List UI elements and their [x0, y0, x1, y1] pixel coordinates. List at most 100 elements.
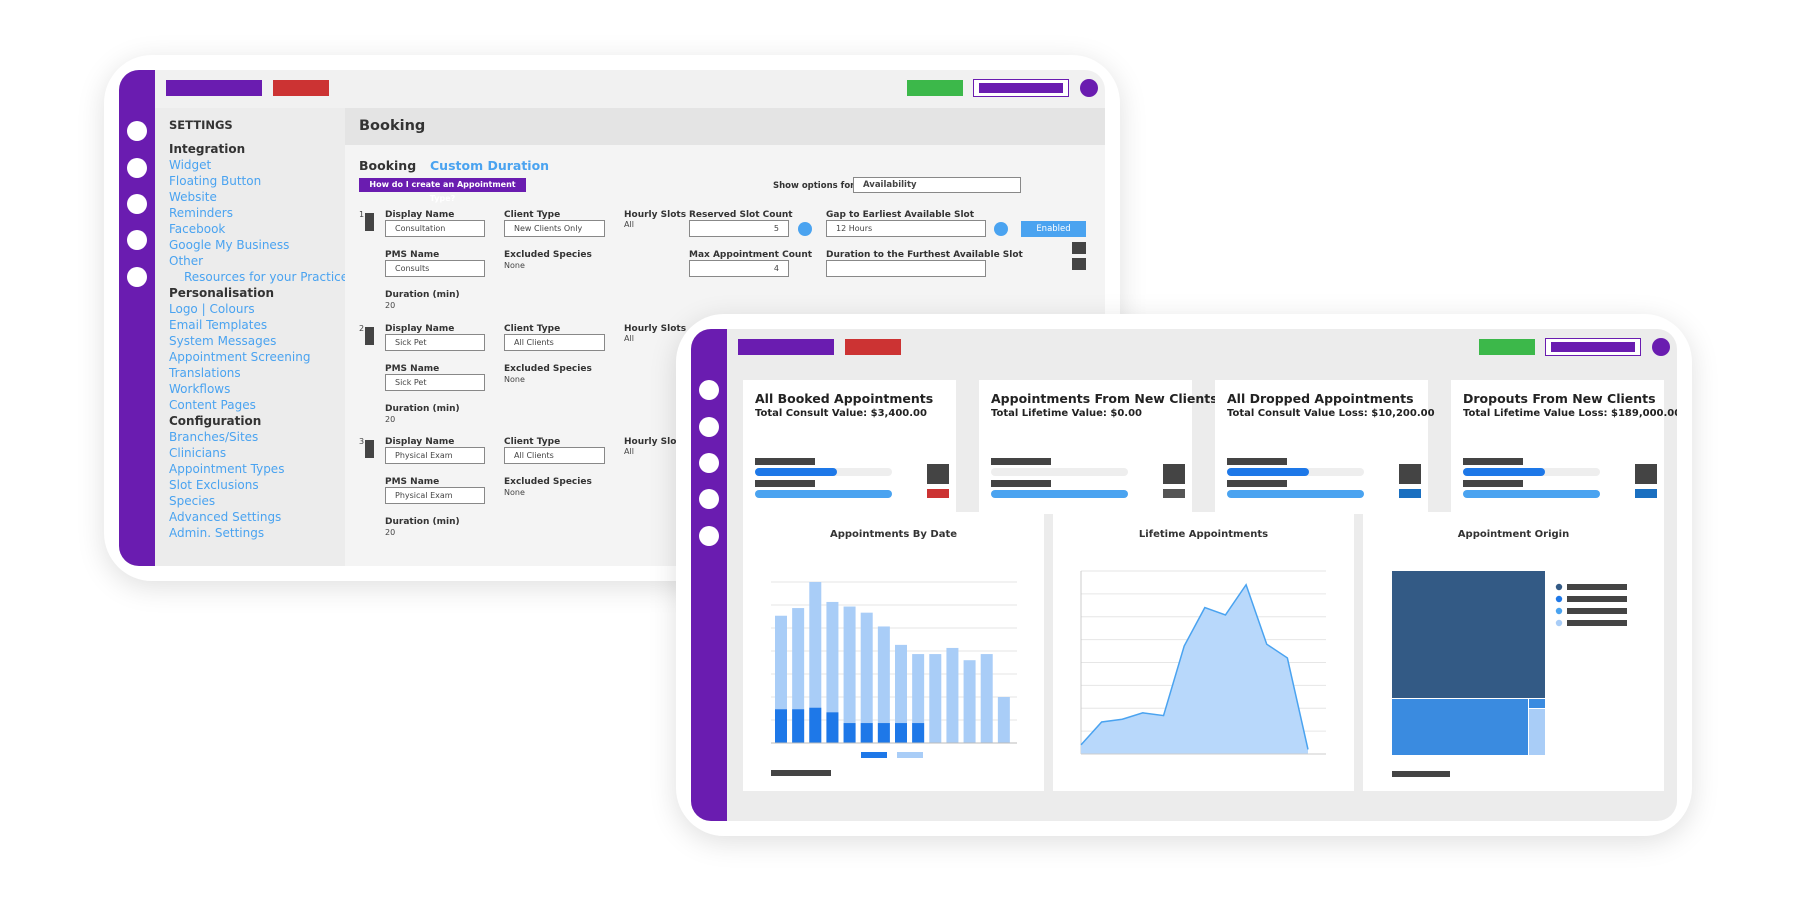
legend-label-placeholder [1567, 596, 1627, 602]
sidebar-item[interactable]: Reminders [169, 206, 233, 220]
bar-series-2 [997, 697, 1010, 743]
display-name-input[interactable]: Sick Pet [385, 334, 485, 351]
kpi-card[interactable]: All Dropped Appointments Total Consult Va… [1215, 380, 1435, 514]
red-header-block[interactable] [845, 339, 901, 355]
sidebar-section-heading: Configuration [169, 414, 262, 428]
booking-header-bar [345, 108, 1105, 145]
green-header-button[interactable] [1479, 339, 1535, 355]
legend-swatch-series-2 [897, 752, 923, 758]
legend-label-placeholder [1567, 584, 1627, 590]
dashboard-tablet: All Booked Appointments Total Consult Val… [676, 314, 1692, 836]
duration-furthest-input[interactable] [826, 260, 986, 277]
kpi-label-placeholder [991, 458, 1051, 465]
rail-nav-dot[interactable] [699, 526, 719, 546]
max-appointment-count-label: Max Appointment Count [689, 250, 813, 260]
sidebar-item[interactable]: Logo | Colours [169, 302, 255, 316]
row-action-icon[interactable] [1072, 242, 1086, 254]
sidebar-item[interactable]: Admin. Settings [169, 526, 264, 540]
sidebar-item[interactable]: Content Pages [169, 398, 256, 412]
rail-nav-dot[interactable] [127, 267, 147, 287]
excluded-species-value: None [504, 261, 525, 270]
pms-name-input[interactable]: Physical Exam [385, 487, 485, 504]
enabled-status-button[interactable]: Enabled [1021, 221, 1086, 237]
header-account-button[interactable] [973, 79, 1069, 97]
user-avatar[interactable] [1652, 338, 1670, 356]
kpi-accent-swatch [927, 489, 949, 498]
kpi-label-placeholder [1463, 480, 1523, 487]
sidebar-item[interactable]: Translations [169, 366, 241, 380]
rail-nav-dot[interactable] [699, 489, 719, 509]
sidebar-item[interactable]: Clinicians [169, 446, 226, 460]
green-header-button[interactable] [907, 80, 963, 96]
drag-handle-icon[interactable] [365, 327, 374, 345]
kpi-card[interactable]: Dropouts From New Clients Total Lifetime … [1451, 380, 1677, 514]
info-icon[interactable] [798, 222, 812, 236]
duration-label: Duration (min) [385, 404, 460, 414]
drag-handle-icon[interactable] [365, 213, 374, 231]
display-name-input[interactable]: Consultation [385, 220, 485, 237]
kpi-accent-swatch [1635, 489, 1657, 498]
sidebar-item[interactable]: Website [169, 190, 217, 204]
sidebar-item[interactable]: Branches/Sites [169, 430, 258, 444]
legend-dot [1555, 607, 1563, 615]
sidebar-item[interactable]: Species [169, 494, 215, 508]
display-name-input[interactable]: Physical Exam [385, 447, 485, 464]
show-options-select[interactable]: Availability [853, 177, 1021, 193]
sidebar-sub-item[interactable]: Resources for your Practice [184, 270, 348, 284]
sidebar-section-heading: Personalisation [169, 286, 274, 300]
kpi-label-placeholder [1463, 458, 1523, 465]
rail-nav-dot[interactable] [127, 121, 147, 141]
client-type-select[interactable]: All Clients [504, 334, 605, 351]
rail-nav-dot[interactable] [127, 158, 147, 178]
rail-nav-dot[interactable] [699, 453, 719, 473]
rail-nav-dot[interactable] [127, 230, 147, 250]
kpi-card-subtitle: Total Lifetime Value Loss: $189,000.00 [1463, 408, 1677, 419]
duration-value: 20 [385, 528, 396, 537]
sidebar-item[interactable]: System Messages [169, 334, 276, 348]
bar-series-1 [912, 723, 925, 743]
header-account-button[interactable] [1545, 338, 1641, 356]
sidebar-item[interactable]: Appointment Screening [169, 350, 310, 364]
rail-nav-dot[interactable] [699, 380, 719, 400]
pms-name-label: PMS Name [385, 364, 440, 374]
drag-handle-icon[interactable] [365, 440, 374, 458]
sidebar-title: SETTINGS [169, 118, 233, 132]
caption-placeholder [771, 770, 831, 776]
sidebar-item[interactable]: Widget [169, 158, 211, 172]
excluded-species-value: None [504, 488, 525, 497]
kpi-card[interactable]: Appointments From New Clients Total Lifet… [979, 380, 1218, 514]
sidebar-item[interactable]: Workflows [169, 382, 230, 396]
red-header-block[interactable] [273, 80, 329, 96]
sidebar-item[interactable]: Appointment Types [169, 462, 284, 476]
kpi-card-title: All Booked Appointments [755, 391, 934, 406]
bar-series-1 [792, 709, 805, 743]
help-button[interactable]: How do I create an Appointment Type? [359, 178, 526, 203]
display-name-label: Display Name [385, 210, 455, 220]
tab-custom-duration[interactable]: Custom Duration [430, 158, 549, 173]
rail-nav-dot[interactable] [127, 194, 147, 214]
reserved-slot-count-input[interactable]: 5 [689, 220, 789, 237]
sidebar-item[interactable]: Floating Button [169, 174, 261, 188]
sidebar-item[interactable]: Other [169, 254, 203, 268]
pms-name-input[interactable]: Sick Pet [385, 374, 485, 391]
kpi-total-bar [1463, 490, 1600, 498]
sidebar-item[interactable]: Slot Exclusions [169, 478, 259, 492]
row-action-icon[interactable] [1072, 258, 1086, 270]
bar-series-1 [843, 723, 856, 743]
sidebar-item[interactable]: Advanced Settings [169, 510, 281, 524]
tab-booking[interactable]: Booking [359, 158, 416, 173]
sidebar-item[interactable]: Facebook [169, 222, 225, 236]
excluded-species-label: Excluded Species [504, 364, 592, 374]
pms-name-input[interactable]: Consults [385, 260, 485, 277]
rail-nav-dot[interactable] [699, 417, 719, 437]
client-type-select[interactable]: New Clients Only [504, 220, 605, 237]
kpi-progress-track [755, 468, 892, 476]
sidebar-item[interactable]: Email Templates [169, 318, 267, 332]
user-avatar[interactable] [1080, 79, 1098, 97]
sidebar-item[interactable]: Google My Business [169, 238, 289, 252]
info-icon[interactable] [994, 222, 1008, 236]
client-type-select[interactable]: All Clients [504, 447, 605, 464]
gap-earliest-input[interactable]: 12 Hours [826, 220, 986, 237]
max-appointment-count-input[interactable]: 4 [689, 260, 789, 277]
kpi-card[interactable]: All Booked Appointments Total Consult Val… [743, 380, 956, 514]
